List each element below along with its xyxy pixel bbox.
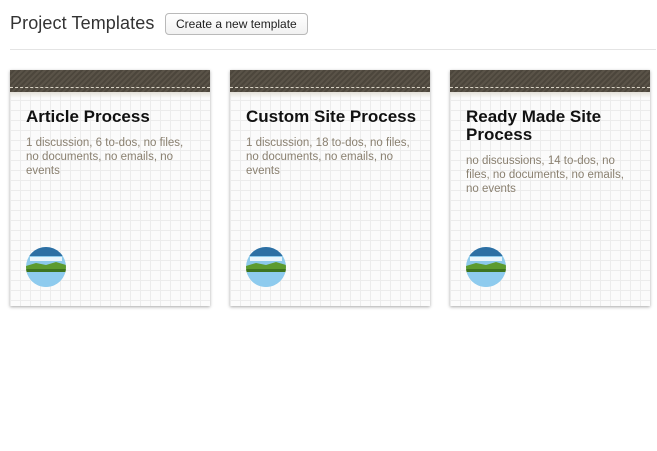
- landscape-avatar-icon: [26, 247, 66, 287]
- template-card-custom-site-process[interactable]: Custom Site Process 1 discussion, 18 to-…: [230, 70, 430, 306]
- header-divider: [10, 49, 656, 50]
- template-title[interactable]: Article Process: [26, 108, 198, 126]
- template-summary: 1 discussion, 6 to-dos, no files, no doc…: [26, 137, 184, 177]
- template-card-ready-made-site-process[interactable]: Ready Made Site Process no discussions, …: [450, 70, 650, 306]
- card-tear-edge: [230, 92, 430, 98]
- card-tear-edge: [450, 92, 650, 98]
- card-tear-edge: [10, 92, 210, 98]
- card-binding-strip: [230, 70, 430, 92]
- card-binding-strip: [10, 70, 210, 92]
- landscape-avatar-icon: [466, 247, 506, 287]
- create-template-button[interactable]: Create a new template: [165, 13, 308, 35]
- page-header: Project Templates Create a new template: [10, 12, 656, 50]
- template-title[interactable]: Ready Made Site Process: [466, 108, 638, 144]
- template-card-article-process[interactable]: Article Process 1 discussion, 6 to-dos, …: [10, 70, 210, 306]
- template-title[interactable]: Custom Site Process: [246, 108, 418, 126]
- landscape-avatar-icon: [246, 247, 286, 287]
- template-summary: 1 discussion, 18 to-dos, no files, no do…: [246, 137, 410, 177]
- template-summary: no discussions, 14 to-dos, no files, no …: [466, 155, 624, 195]
- page-title: Project Templates: [10, 13, 155, 33]
- card-binding-strip: [450, 70, 650, 92]
